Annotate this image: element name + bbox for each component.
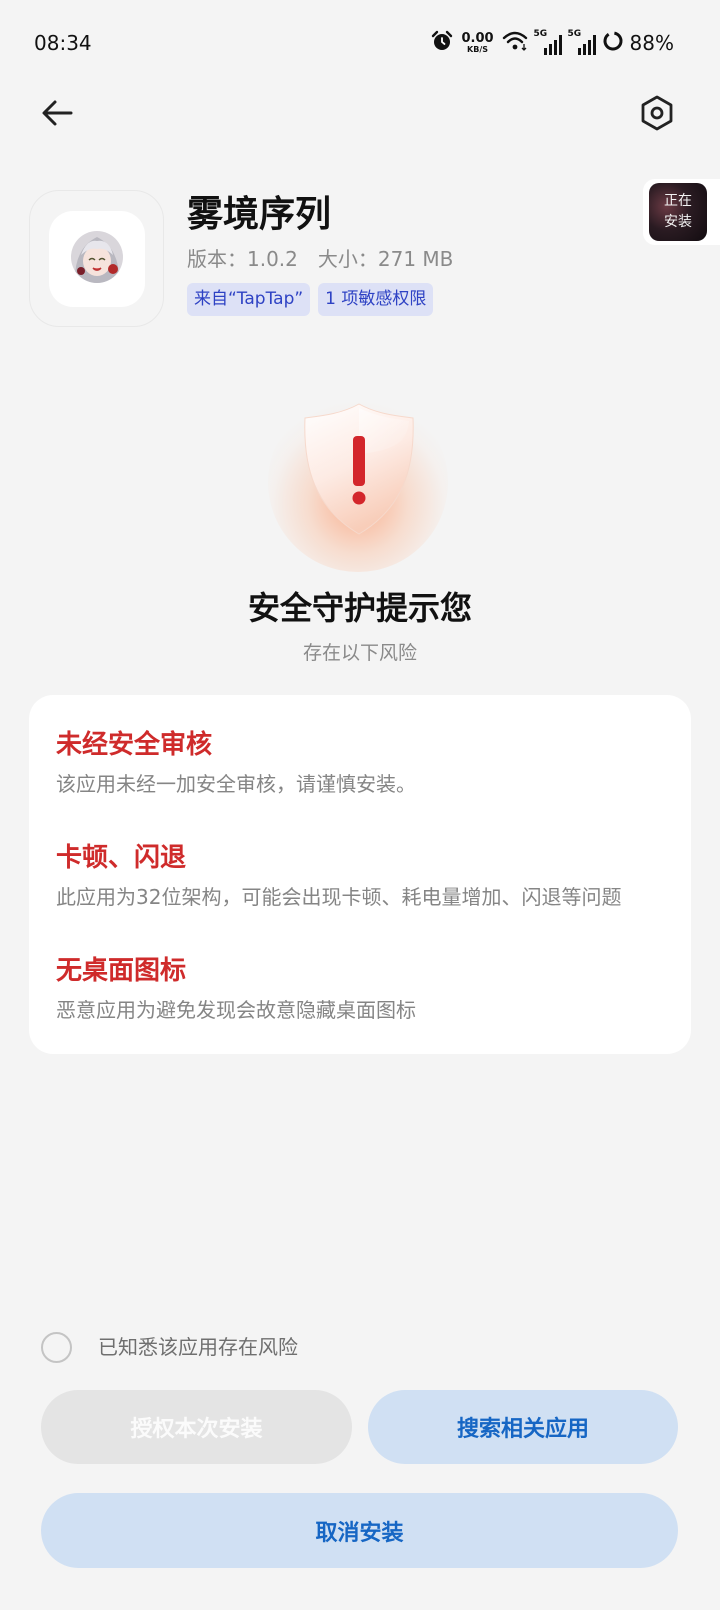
app-size: 大小：271 MB: [317, 247, 454, 271]
app-icon-tile: [49, 211, 145, 307]
search-related-apps-button[interactable]: 搜索相关应用: [368, 1390, 678, 1464]
alarm-icon: [431, 30, 453, 56]
app-meta: 版本：1.0.2 大小：271 MB: [187, 246, 453, 272]
wifi-icon: [502, 30, 528, 56]
arrow-left-icon: [41, 99, 73, 131]
shield-exclamation-icon: [299, 400, 419, 538]
risk-title: 卡顿、闪退: [56, 843, 187, 873]
app-icon: [29, 190, 164, 327]
back-button[interactable]: [33, 91, 81, 139]
risk-item: 卡顿、闪退 此应用为32位架构，可能会出现卡顿、耗电量增加、闪退等问题: [56, 841, 664, 910]
installing-line1: 正在: [664, 193, 692, 209]
risk-desc: 该应用未经一加安全审核，请谨慎安装。: [56, 772, 416, 796]
risk-card: 未经安全审核 该应用未经一加安全审核，请谨慎安装。 卡顿、闪退 此应用为32位架…: [29, 695, 691, 1054]
acknowledge-label[interactable]: 已知悉该应用存在风险: [98, 1334, 298, 1360]
app-avatar-icon: [69, 229, 125, 289]
app-version: 版本：1.0.2: [187, 247, 298, 271]
risk-desc: 恶意应用为避免发现会故意隐藏桌面图标: [56, 998, 416, 1022]
signal-icon-2: 5G: [568, 29, 596, 55]
acknowledge-checkbox[interactable]: [41, 1332, 72, 1363]
risk-desc: 此应用为32位架构，可能会出现卡顿、耗电量增加、闪退等问题: [56, 885, 622, 909]
warning-subtitle: 存在以下风险: [302, 642, 417, 664]
permission-badge[interactable]: 1 项敏感权限: [318, 283, 434, 316]
authorize-install-button[interactable]: 授权本次安装: [41, 1390, 352, 1464]
signal-icon: 5G: [534, 29, 562, 55]
cancel-install-button[interactable]: 取消安装: [41, 1493, 678, 1568]
source-badge[interactable]: 来自“TapTap”: [187, 283, 311, 316]
net-speed: 0.00 KB/S: [461, 32, 493, 54]
settings-button[interactable]: [633, 91, 681, 139]
status-time: 08:34: [34, 31, 92, 55]
risk-item: 未经安全审核 该应用未经一加安全审核，请谨慎安装。: [56, 728, 664, 797]
battery-ring-icon: [602, 30, 624, 56]
risk-item: 无桌面图标 恶意应用为避免发现会故意隐藏桌面图标: [56, 954, 664, 1023]
warning-title: 安全守护提示您: [247, 589, 472, 627]
installing-thumbnail: 正在 安装: [649, 183, 707, 241]
app-name: 雾境序列: [187, 194, 332, 235]
risk-title: 无桌面图标: [56, 956, 187, 986]
net-speed-unit: KB/S: [467, 45, 488, 54]
installing-line2: 安装: [664, 214, 692, 230]
risk-title: 未经安全审核: [56, 730, 213, 760]
installing-floating-tab[interactable]: 正在 安装: [643, 179, 720, 245]
net-speed-value: 0.00: [461, 31, 494, 46]
status-icons: 0.00 KB/S 5G 5G 88%: [431, 27, 674, 59]
battery-level: 88%: [629, 31, 674, 55]
app-badges: 来自“TapTap” 1 项敏感权限: [187, 283, 434, 316]
hexagon-settings-icon: [640, 95, 674, 135]
